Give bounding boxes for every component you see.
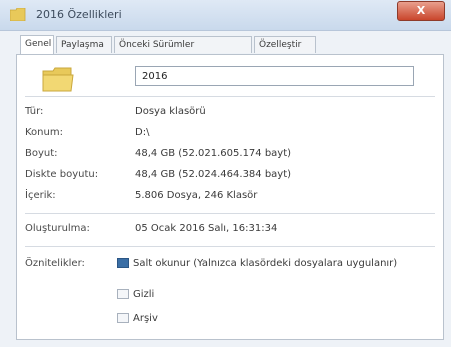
archive-checkbox-row[interactable]: Arşiv xyxy=(117,313,158,324)
tab-sharing[interactable]: Paylaşma xyxy=(56,36,112,53)
location-value: D:\ xyxy=(135,127,150,138)
divider xyxy=(25,96,435,97)
created-value: 05 Ocak 2016 Salı, 16:31:34 xyxy=(135,223,278,234)
hidden-checkbox[interactable] xyxy=(117,289,129,299)
title-bar[interactable]: 2016 Özellikleri X xyxy=(0,0,451,31)
archive-label: Arşiv xyxy=(133,313,158,324)
readonly-label: Salt okunur (Yalnızca klasördeki dosyala… xyxy=(133,258,398,269)
readonly-checkbox[interactable] xyxy=(117,258,129,268)
contains-label: İçerik: xyxy=(25,190,56,201)
folder-name-input[interactable] xyxy=(135,66,414,86)
size-on-disk-value: 48,4 GB (52.024.464.384 bayt) xyxy=(135,169,292,180)
attributes-label: Öznitelikler: xyxy=(25,258,85,269)
location-label: Konum: xyxy=(25,127,63,138)
tab-previous-versions[interactable]: Önceki Sürümler xyxy=(114,36,252,53)
size-on-disk-label: Diskte boyutu: xyxy=(25,169,99,180)
size-label: Boyut: xyxy=(25,148,58,159)
general-panel: Tür: Dosya klasörü Konum: D:\ Boyut: 48,… xyxy=(16,54,444,340)
hidden-checkbox-row[interactable]: Gizli xyxy=(117,289,154,300)
properties-window: 2016 Özellikleri X Genel Paylaşma Önceki… xyxy=(0,0,451,347)
type-label: Tür: xyxy=(25,106,44,117)
archive-checkbox[interactable] xyxy=(117,313,129,323)
folder-icon xyxy=(10,8,26,21)
divider xyxy=(25,213,435,214)
readonly-checkbox-row[interactable]: Salt okunur (Yalnızca klasördeki dosyala… xyxy=(117,258,397,269)
hidden-label: Gizli xyxy=(133,289,155,300)
created-label: Oluşturulma: xyxy=(25,223,90,234)
close-button[interactable]: X xyxy=(397,1,445,21)
tab-general[interactable]: Genel xyxy=(20,35,54,54)
size-value: 48,4 GB (52.021.605.174 bayt) xyxy=(135,148,292,159)
contains-value: 5.806 Dosya, 246 Klasör xyxy=(135,190,258,201)
window-title: 2016 Özellikleri xyxy=(36,8,122,21)
large-folder-icon xyxy=(42,67,74,92)
tab-customize[interactable]: Özelleştir xyxy=(254,36,316,53)
divider xyxy=(25,246,435,247)
type-value: Dosya klasörü xyxy=(135,106,206,117)
